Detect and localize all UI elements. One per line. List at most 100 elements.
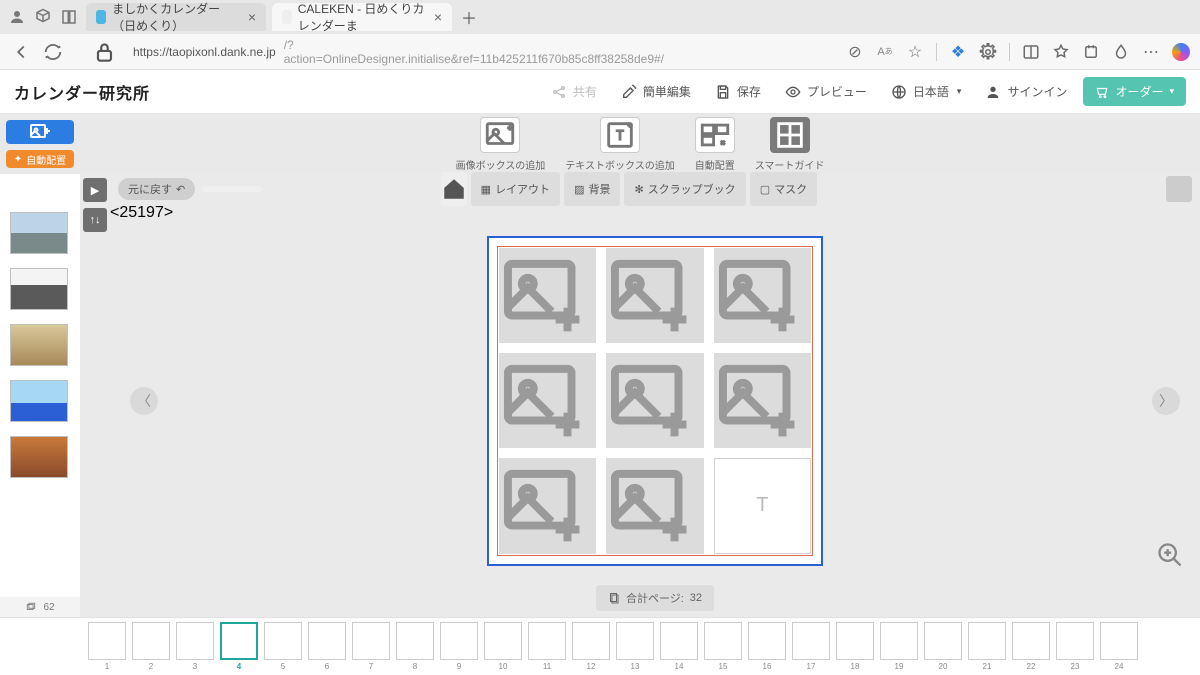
sort-button[interactable]: ↑↓ [83,208,107,232]
cube-icon[interactable] [34,8,52,26]
tray-image[interactable] [10,212,68,254]
copilot-icon[interactable] [1172,43,1190,61]
favorites-icon[interactable] [1052,43,1070,61]
image-placeholder[interactable] [714,353,811,448]
tab-2[interactable]: CALEKEN - 日めくりカレンダーま × [272,3,452,31]
filmstrip-page[interactable]: 10 [484,622,522,671]
tab-1[interactable]: ましかくカレンダー（日めくり） × [86,3,266,31]
image-placeholder[interactable] [606,248,703,343]
images-icon [25,602,37,612]
scrapbook-tab[interactable]: ✻スクラップブック [624,172,745,206]
image-placeholder[interactable] [499,458,596,553]
filmstrip-page[interactable]: 13 [616,622,654,671]
image-placeholder[interactable] [606,458,703,553]
tracking-icon[interactable]: ⊘ [846,43,864,61]
filmstrip-page[interactable]: 16 [748,622,786,671]
page-canvas[interactable]: T [487,236,823,566]
more-icon[interactable]: ⋯ [1142,43,1160,61]
page-number: 20 [939,662,948,671]
filmstrip-page[interactable]: 17 [792,622,830,671]
add-image-box-button[interactable]: 画像ボックスの追加 [456,117,546,172]
background-icon: ▨ [574,183,584,196]
workspaces-icon[interactable] [60,8,78,26]
filmstrip-page[interactable]: 8 [396,622,434,671]
page-thumb [924,622,962,660]
tray-image[interactable] [10,324,68,366]
signin-button[interactable]: サインイン [977,79,1075,104]
extensions-icon[interactable] [979,43,997,61]
close-icon[interactable]: × [434,9,442,25]
drop-icon[interactable] [1112,43,1130,61]
refresh-button[interactable] [42,41,64,63]
page-number: 14 [675,662,684,671]
new-tab-button[interactable]: ＋ [458,6,480,28]
filmstrip-page[interactable]: 14 [660,622,698,671]
split-icon[interactable] [1022,43,1040,61]
image-placeholder[interactable] [606,353,703,448]
save-button[interactable]: 保存 [707,79,769,104]
order-button[interactable]: オーダー▾ [1083,77,1186,106]
total-pages-chip[interactable]: 合計ページ: 32 [596,585,714,611]
text-placeholder[interactable]: T [714,458,811,553]
text-size-icon[interactable]: Aあ [876,43,894,61]
preview-button[interactable]: プレビュー [777,79,875,104]
filmstrip-page[interactable]: 20 [924,622,962,671]
filmstrip-page[interactable]: 24 [1100,622,1138,671]
filmstrip-page[interactable]: 15 [704,622,742,671]
auto-layout-icon [695,117,735,153]
redo-button[interactable] [201,186,263,192]
tray-image[interactable] [10,380,68,422]
image-placeholder[interactable] [499,248,596,343]
collapse-button[interactable]: ▶ [83,178,107,202]
filmstrip-page[interactable]: 9 [440,622,478,671]
collections-icon[interactable] [1082,43,1100,61]
add-images-button[interactable] [6,120,74,144]
page-thumb [308,622,346,660]
filmstrip-page[interactable]: 7 [352,622,390,671]
filmstrip-page[interactable]: 21 [968,622,1006,671]
panel-button[interactable] [1166,176,1192,202]
zoom-in-button[interactable] [1156,541,1184,569]
page-thumb [1012,622,1050,660]
filmstrip-page[interactable]: 6 [308,622,346,671]
page-number: 22 [1027,662,1036,671]
image-placeholder[interactable] [714,248,811,343]
auto-layout-button[interactable]: 自動配置 [695,117,735,172]
background-tab[interactable]: ▨背景 [564,172,620,206]
smart-guide-button[interactable]: スマートガイド [755,117,825,172]
profile-icon[interactable] [8,8,26,26]
filmstrip-page[interactable]: 23 [1056,622,1094,671]
tray-image[interactable] [10,436,68,478]
filmstrip-page[interactable]: 4 [220,622,258,671]
filmstrip-page[interactable]: 3 [176,622,214,671]
layout-tab[interactable]: ▦レイアウト [471,172,560,206]
prev-page-button[interactable]: 〈 [130,387,158,415]
image-placeholder[interactable] [499,353,596,448]
extension-icon[interactable]: ❖ [949,43,967,61]
share-button[interactable]: 共有 [543,79,605,104]
next-page-button[interactable]: 〉 [1152,387,1180,415]
filmstrip-page[interactable]: 19 [880,622,918,671]
close-icon[interactable]: × [248,9,256,25]
add-text-box-button[interactable]: テキストボックスの追加 [565,117,674,172]
auto-layout-sidebar-button[interactable]: ✦自動配置 [6,150,74,168]
filmstrip-page[interactable]: 5 [264,622,302,671]
filmstrip-page[interactable]: 12 [572,622,610,671]
home-button[interactable] [441,172,467,206]
tray-image[interactable] [10,268,68,310]
mask-tab[interactable]: ▢マスク [750,172,817,206]
easy-edit-button[interactable]: 簡単編集 [613,79,699,104]
language-button[interactable]: 日本語▾ [883,79,970,104]
page-number: 13 [631,662,640,671]
favorite-icon[interactable]: ☆ [906,43,924,61]
filmstrip-page[interactable]: 22 [1012,622,1050,671]
filmstrip-page[interactable]: 18 [836,622,874,671]
back-button[interactable] [10,41,32,63]
filmstrip-page[interactable]: 1 [88,622,126,671]
filmstrip-page[interactable]: 2 [132,622,170,671]
url-input[interactable]: https://taopixonl.dank.ne.jp/?action=Onl… [74,39,674,65]
browser-actions: ⊘ Aあ ☆ ❖ ⋯ [846,43,1190,61]
filmstrip-page[interactable]: 11 [528,622,566,671]
undo-button[interactable]: 元に戻す↶ [118,178,195,200]
page-number: 7 [369,662,373,671]
